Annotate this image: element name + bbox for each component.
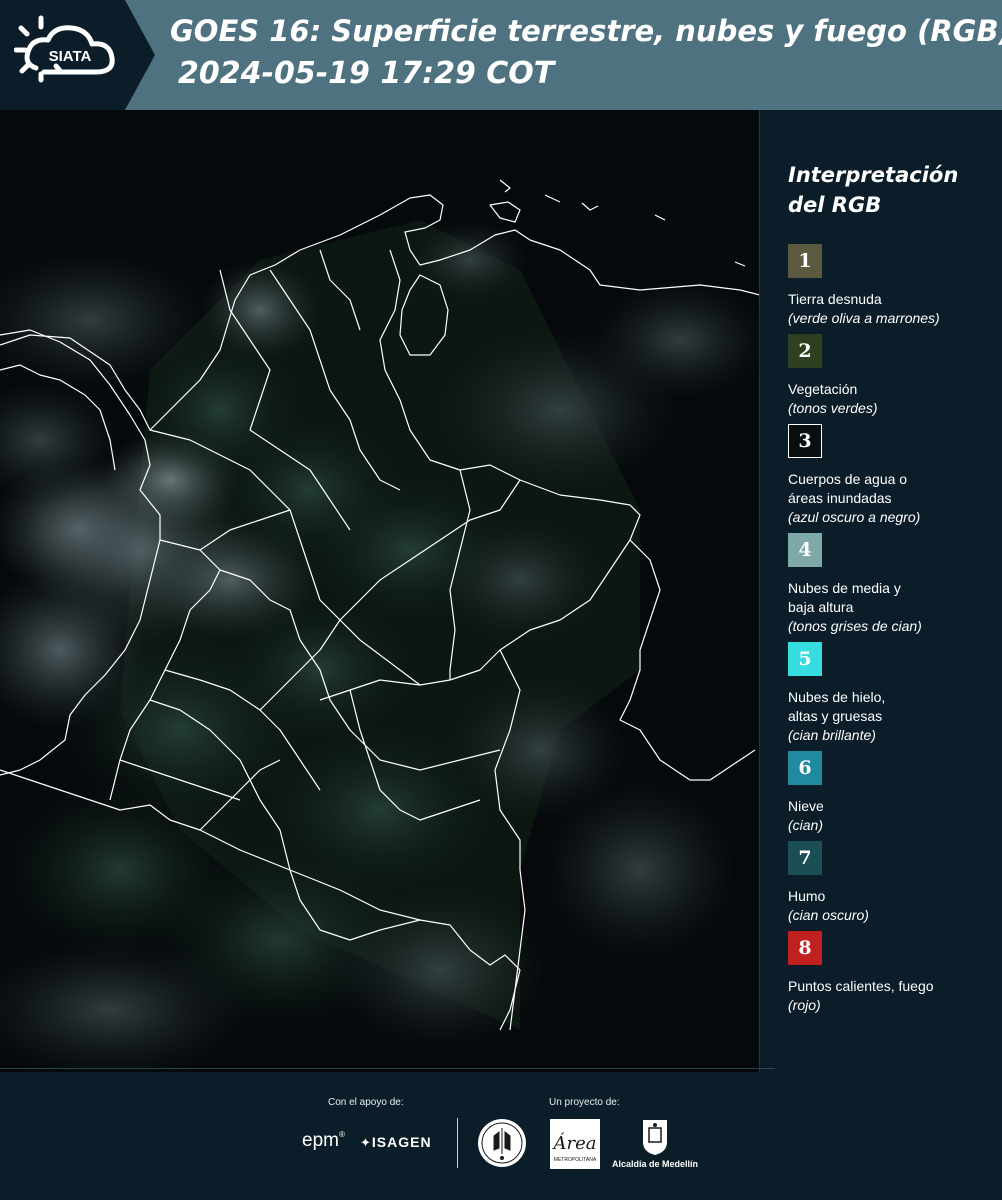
legend-label-3-line2: áreas inundadas [788, 490, 892, 506]
legend-swatch-1: 1 [788, 244, 822, 278]
legend-sub-2: (tonos verdes) [788, 400, 878, 416]
legend-sub-3: (azul oscuro a negro) [788, 509, 921, 525]
page-timestamp: 2024-05-19 17:29 COT [178, 56, 555, 91]
legend-swatch-5: 5 [788, 642, 822, 676]
logo-block: SIATA [0, 0, 155, 110]
legend-label-4: Nubes de media y baja altura [788, 579, 922, 617]
isagen-star-icon: ✦ [360, 1135, 372, 1150]
legend-item-1: 1 Tierra desnuda (verde oliva a marrones… [788, 244, 940, 328]
legend-label-5-line1: Nubes de hielo, [788, 689, 886, 705]
legend-label-4-line1: Nubes de media y [788, 580, 901, 596]
alcaldia-logo-text: Alcaldía de Medellín [612, 1159, 699, 1169]
legend-item-3: 3 Cuerpos de agua o áreas inundadas (azu… [788, 424, 920, 527]
legend-item-5: 5 Nubes de hielo, altas y gruesas (cian … [788, 642, 885, 745]
footer-separator [0, 1068, 775, 1069]
legend-swatch-4: 4 [788, 533, 822, 567]
epm-registered-icon: ® [338, 1130, 345, 1139]
isagen-logo-text: ISAGEN [371, 1134, 432, 1150]
footer-divider [457, 1118, 458, 1168]
support-caption: Con el apoyo de: [328, 1097, 404, 1108]
legend-swatch-2: 2 [788, 334, 822, 368]
legend-item-4: 4 Nubes de media y baja altura (tonos gr… [788, 533, 922, 636]
legend-label-4-line2: baja altura [788, 599, 854, 615]
legend-label-8: Puntos calientes, fuego [788, 978, 934, 994]
legend-label-2: Vegetación [788, 381, 858, 397]
legend-item-8: 8 Puntos calientes, fuego (rojo) [788, 931, 934, 1015]
legend-label-3: Cuerpos de agua o áreas inundadas [788, 470, 920, 508]
legend-sub-4: (tonos grises de cian) [788, 618, 922, 634]
legend-label-6: Nieve [788, 798, 824, 814]
legend-title-line2: del RGB [788, 193, 882, 217]
legend-title-line1: Interpretación [788, 163, 959, 187]
legend-panel: Interpretación del RGB 1 Tierra desnuda … [788, 160, 993, 1013]
legend-sub-1: (verde oliva a marrones) [788, 310, 940, 326]
legend-sub-7: (cian oscuro) [788, 907, 869, 923]
legend-sub-5: (cian brillante) [788, 727, 876, 743]
header-band: SIATA GOES 16: Superficie terrestre, nub… [0, 0, 1002, 110]
satellite-map[interactable] [0, 110, 760, 1072]
satellite-map-image [0, 110, 759, 1072]
legend-label-3-line1: Cuerpos de agua o [788, 471, 908, 487]
university-seal-icon [478, 1119, 526, 1167]
legend-label-7: Humo [788, 888, 826, 904]
area-logo-word: Área [552, 1131, 597, 1154]
epm-logo: epm® [302, 1130, 345, 1152]
legend-label-5: Nubes de hielo, altas y gruesas [788, 688, 885, 726]
isagen-logo: ✦ISAGEN [360, 1134, 432, 1151]
logo-text: SIATA [49, 48, 92, 65]
legend-label-5-line2: altas y gruesas [788, 708, 883, 724]
project-caption: Un proyecto de: [549, 1097, 620, 1108]
legend-swatch-6: 6 [788, 751, 822, 785]
legend-label-1: Tierra desnuda [788, 291, 882, 307]
alcaldia-shield-icon [643, 1120, 667, 1155]
page-title: GOES 16: Superficie terrestre, nubes y f… [170, 14, 1002, 48]
legend-item-2: 2 Vegetación (tonos verdes) [788, 334, 877, 418]
siata-logo-icon: SIATA [14, 15, 115, 83]
legend-item-7: 7 Humo (cian oscuro) [788, 841, 869, 925]
area-metropolitana-logo: Área METROPOLITANA [550, 1119, 600, 1169]
area-logo-caption: METROPOLITANA [554, 1157, 597, 1163]
legend-item-6: 6 Nieve (cian) [788, 751, 824, 835]
legend-swatch-7: 7 [788, 841, 822, 875]
legend-swatch-8: 8 [788, 931, 822, 965]
legend-title: Interpretación del RGB [788, 160, 988, 220]
epm-logo-text: epm [302, 1130, 339, 1151]
legend-sub-8: (rojo) [788, 997, 821, 1013]
legend-sub-6: (cian) [788, 817, 824, 833]
legend-swatch-3: 3 [788, 424, 822, 458]
